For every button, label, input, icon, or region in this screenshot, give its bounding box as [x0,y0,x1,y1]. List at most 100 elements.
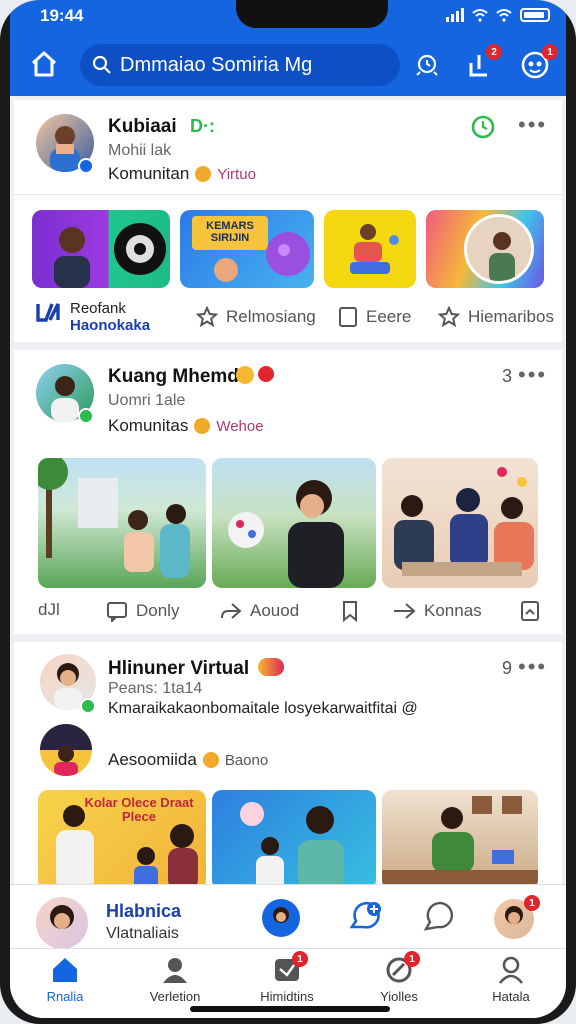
action-label: Donly [136,601,180,620]
search-input[interactable] [120,53,380,77]
chat-button[interactable] [422,901,454,935]
banner-text: KEMARS SIRIJIN [206,220,254,244]
notifications-badge: 1 [404,951,420,967]
post-subtitle: Mohii lak [108,142,172,159]
photo-teacher[interactable] [212,790,376,890]
online-badge [78,408,94,424]
community-dot-icon [195,166,212,182]
brand-logo-icon [36,303,60,322]
dock-avatar[interactable] [36,897,88,949]
clock-icon[interactable] [470,114,496,140]
more-options-icon[interactable]: ••• [518,112,547,138]
dock-sub: Vlatnaliais [106,925,179,942]
media-tile[interactable] [32,210,170,288]
home-filled-icon [53,958,77,982]
photo-group[interactable] [382,458,538,588]
wifi-icon [472,9,488,22]
community-dot-icon [202,752,219,768]
battery-icon [520,8,550,22]
action-save[interactable]: Eeere [338,306,411,328]
messages-badge: 1 [292,951,308,967]
community-dot-icon [194,418,211,434]
hearts-emoji-icon [258,658,284,676]
post-card-1: Kubiaai D·: Mohii lak Komunitan Yirtuo •… [14,100,562,342]
community-tag[interactable]: Wehoe [216,418,263,435]
community-name[interactable]: Komunitas [108,416,188,436]
divider [14,194,562,195]
post-subtitle: Peans: 1ta14 [108,680,203,697]
contact-avatar[interactable] [262,899,300,937]
search-scan-icon[interactable] [414,52,440,78]
signal-icon [446,8,464,22]
more-options-icon[interactable]: ••• [518,654,547,680]
post-subtitle: Uomri 1ale [108,392,186,409]
profile-badge: 1 [542,44,558,60]
post-count: 9 [502,658,513,678]
post-card-3: Hlinuner Virtual 9 ••• Peans: 1ta14 Kmar… [14,642,562,892]
post-author[interactable]: Hlinuner Virtual [108,658,249,680]
nav-label: Verletion [149,989,201,1004]
action-comment[interactable]: Donly [106,600,179,622]
brand-logo[interactable] [36,300,62,329]
nav-label: Hatala [492,989,530,1004]
group-avatar[interactable] [40,724,92,776]
photo-park[interactable] [38,458,206,588]
community-tag[interactable]: Yirtuo [217,166,256,183]
profile-icon [498,956,524,984]
save-icon[interactable] [520,600,540,627]
post-author[interactable]: Kubiaai [108,116,177,138]
profile-menu-button[interactable]: 1 [518,44,558,82]
action-label: Relmosiang [226,307,316,326]
media-tile[interactable] [426,210,544,288]
action-label: Aouod [250,601,300,620]
action-label: Hiemaribos [468,307,554,326]
action-favorite[interactable]: Hiemaribos [438,306,554,328]
community-line: Aesoomiida Baono [108,750,268,770]
online-badge [80,698,96,714]
media-tile[interactable] [324,210,416,288]
community-line: Komunitan Yirtuo [108,164,256,184]
post-text: Kmaraikakaonbomaitale losyekarwaitfitai … [108,700,418,717]
action-audio[interactable]: Aouod [220,600,299,622]
photo-study[interactable] [382,790,538,890]
heart-emoji-icon [258,366,274,382]
nav-messages[interactable]: 1 Himidtins [242,951,332,1004]
comment-icon [107,602,127,622]
action-label: Eeere [366,307,412,326]
post-count: 3 [502,366,513,386]
search-bar[interactable] [80,44,438,86]
bookmark-icon[interactable] [340,600,360,627]
nav-label: Yiolles [380,989,418,1004]
phone-frame: 19:44 2 1 Kubiaai D· [0,0,576,1024]
contact-badge: 1 [524,895,540,911]
nav-profile[interactable]: Hatala [466,955,556,1004]
action-recommend[interactable]: Relmosiang [196,306,316,328]
nav-people[interactable]: Verletion [130,955,220,1004]
community-tag[interactable]: Baono [225,752,268,769]
action-stats[interactable]: dJl [38,600,60,620]
more-options-icon[interactable]: ••• [518,362,547,388]
app-screen: 19:44 2 1 Kubiaai D· [10,0,566,1018]
author-emoji: D·: [190,116,215,136]
photo-woman[interactable] [212,458,376,588]
community-name[interactable]: Komunitan [108,164,189,184]
status-icons [446,8,550,22]
home-icon[interactable] [30,50,58,78]
dock-name[interactable]: Hlabnica [106,901,181,922]
bottom-dock: Hlabnica Vlatnaliais 1 [10,884,566,949]
nav-home[interactable]: Rnalia [20,955,110,1004]
community-name[interactable]: Aesoomiida [108,750,197,770]
forward-icon [394,603,416,619]
home-indicator[interactable] [190,1006,390,1012]
action-label: Konnas [424,601,482,620]
nav-notifications[interactable]: 1 Yiolles [354,951,444,1004]
nav-label: Rnalia [46,989,84,1004]
chat-bubble-icon [423,901,454,931]
photo-classroom[interactable]: Kolar Olece Draat Plece [38,790,206,890]
media-tile-banner[interactable]: KEMARS SIRIJIN [180,210,314,288]
action-share[interactable]: Konnas [392,600,482,622]
share-badge: 2 [486,44,502,60]
post-author[interactable]: Kuang Mhemd [108,366,239,388]
share-button[interactable]: 2 [462,44,502,82]
chat-add-button[interactable] [348,901,384,935]
